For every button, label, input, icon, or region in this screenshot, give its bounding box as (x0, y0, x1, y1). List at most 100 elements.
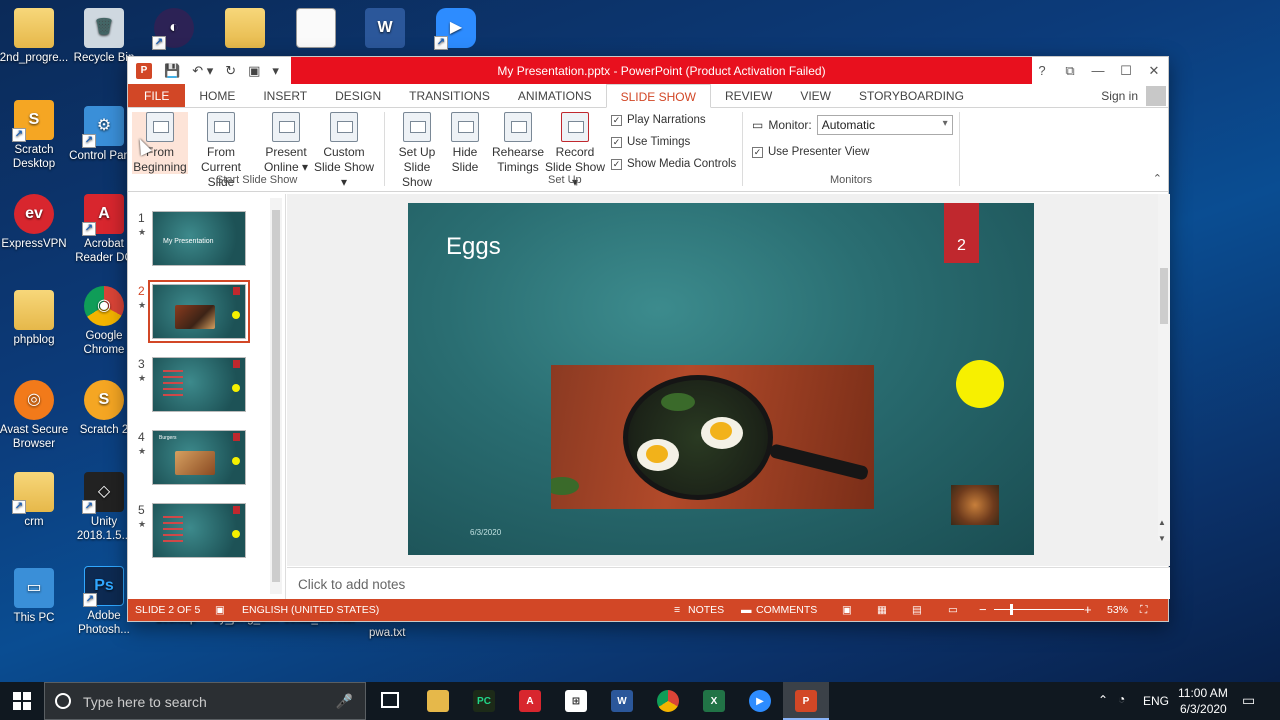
tab-view[interactable]: VIEW (786, 84, 845, 107)
close-button[interactable]: ✕ (1140, 57, 1168, 84)
slide-sorter-icon[interactable]: ▦ (877, 604, 887, 616)
minimize-button[interactable]: — (1084, 57, 1112, 84)
use-presenter-view-checkbox[interactable]: ✓ Use Presenter View (752, 146, 869, 158)
fit-to-window-icon[interactable]: ⛶ (1140, 604, 1147, 617)
desktop-icon-crm[interactable]: crm (0, 472, 70, 529)
avast-icon: ◎ (14, 380, 54, 420)
clock-time[interactable]: 11:00 AM (1178, 686, 1228, 700)
desktop-icon-word-doc[interactable]: W (349, 8, 421, 51)
thumbnails-scrollbar[interactable] (270, 198, 282, 594)
zoom-in-button[interactable]: + (1084, 602, 1092, 617)
button-label: Custom Slide Show (313, 145, 375, 174)
slide-show-view-icon[interactable]: ▭ (948, 604, 958, 616)
button-label: Present Online (263, 145, 307, 174)
desktop-icon-2nd-progress[interactable]: 2nd_progre... (0, 8, 70, 65)
monitor-dropdown[interactable]: Automatic (816, 115, 953, 135)
tab-file[interactable]: FILE (128, 84, 186, 107)
show-media-controls-checkbox[interactable]: ✓ Show Media Controls (611, 158, 736, 170)
language-status[interactable]: ENGLISH (UNITED STATES) (242, 604, 379, 616)
yellow-circle-shape[interactable] (956, 360, 1004, 408)
custom-slide-show-button[interactable]: Custom Slide Show ▾ (310, 112, 378, 190)
zoom-slider[interactable] (994, 609, 1084, 610)
desktop-icon-zoom[interactable]: ▶ (420, 8, 492, 51)
taskbar-powerpoint-icon[interactable]: P (795, 690, 817, 712)
maximize-button[interactable]: ☐ (1112, 57, 1140, 84)
set-up-slide-show-button[interactable]: Set Up Slide Show (388, 112, 446, 190)
current-slide[interactable]: Eggs 2 6/3/2020 (408, 203, 1034, 555)
small-food-image[interactable] (951, 485, 999, 525)
reading-view-icon[interactable]: ▤ (912, 604, 922, 616)
desktop-icon-scratch-desktop[interactable]: S Scratch Desktop (0, 100, 70, 171)
desktop-icon-avast[interactable]: ◎ Avast Secure Browser (0, 380, 70, 451)
text-lines (163, 370, 183, 400)
desktop-icon-this-pc[interactable]: ▭ This PC (0, 568, 70, 625)
taskbar-store-icon[interactable]: ⊞ (565, 690, 587, 712)
previous-slide-icon[interactable]: ▲ (1158, 518, 1166, 527)
desktop-icon-label: Acrobat Reader DC (75, 238, 133, 264)
desktop-icon-eclipse[interactable]: ◐ (138, 8, 210, 51)
ribbon-display-options-button[interactable]: ⧉ (1056, 57, 1084, 84)
present-online-button[interactable]: Present Online ▾ (262, 112, 310, 175)
desktop-icon-text-file[interactable] (280, 8, 352, 51)
desktop-icon-folder[interactable] (209, 8, 281, 51)
start-from-beginning-icon[interactable]: ▣ (248, 63, 260, 79)
clock-date[interactable]: 6/3/2020 (1180, 702, 1227, 716)
rehearse-timings-button[interactable]: Rehearse Timings (492, 112, 544, 175)
collapse-ribbon-icon[interactable]: ⌃ (1153, 172, 1162, 185)
next-slide-icon[interactable]: ▼ (1158, 534, 1166, 543)
avatar[interactable] (1146, 86, 1166, 106)
network-icon[interactable]: ◔ (1118, 692, 1125, 706)
customize-qat-icon[interactable]: ▾ (272, 63, 279, 79)
taskbar-chrome-icon[interactable] (657, 690, 679, 712)
redo-icon[interactable]: ↻ (225, 63, 236, 79)
taskbar-zoom-icon[interactable]: ▶ (749, 690, 771, 712)
undo-icon[interactable]: ↶ ▾ (192, 63, 213, 79)
zoom-slider-knob[interactable] (1010, 604, 1013, 615)
tab-design[interactable]: DESIGN (321, 84, 395, 107)
zoom-level[interactable]: 53% (1107, 604, 1128, 616)
powerpoint-logo-icon[interactable]: P (136, 62, 152, 79)
ribbon: From Beginning From Current Slide Presen… (128, 108, 1168, 192)
taskbar-acrobat-icon[interactable]: A (519, 690, 541, 712)
desktop-icon-label: phpblog (13, 334, 55, 346)
help-button[interactable]: ? (1028, 57, 1056, 84)
task-view-icon[interactable] (381, 692, 399, 708)
tab-home[interactable]: HOME (185, 84, 249, 107)
zoom-out-button[interactable]: − (979, 602, 987, 617)
tab-insert[interactable]: INSERT (249, 84, 321, 107)
language-indicator[interactable]: ENG (1143, 694, 1169, 708)
tab-review[interactable]: REVIEW (711, 84, 786, 107)
control-panel-icon: ⚙ (82, 106, 124, 148)
tray-overflow-icon[interactable]: ⌃ (1098, 693, 1108, 707)
taskbar-file-explorer-icon[interactable] (427, 690, 449, 712)
normal-view-icon[interactable]: ▣ (842, 604, 852, 616)
quick-access-toolbar: P 💾 ↶ ▾ ↻ ▣ ▾ (128, 62, 291, 79)
start-button[interactable] (13, 692, 31, 710)
desktop-icon-expressvpn[interactable]: ev ExpressVPN (0, 194, 70, 251)
taskbar-word-icon[interactable]: W (611, 690, 633, 712)
notifications-icon[interactable]: ▭ (1242, 692, 1255, 709)
fried-eggs-image[interactable] (551, 365, 874, 509)
tab-animations[interactable]: ANIMATIONS (504, 84, 606, 107)
desktop-icon-phpblog[interactable]: phpblog (0, 290, 70, 347)
save-icon[interactable]: 💾 (164, 63, 180, 79)
search-box[interactable]: Type here to search 🎤 (44, 682, 366, 720)
scrollbar-thumb[interactable] (272, 210, 280, 582)
taskbar-pycharm-icon[interactable]: PC (473, 690, 495, 712)
taskbar-excel-icon[interactable]: X (703, 690, 725, 712)
sign-in-link[interactable]: Sign in (1101, 84, 1138, 108)
comments-button[interactable]: COMMENTS (756, 604, 817, 616)
scrollbar-thumb[interactable] (1160, 268, 1168, 324)
play-narrations-checkbox[interactable]: ✓ Play Narrations (611, 114, 706, 126)
slide-scrollbar[interactable] (1158, 194, 1170, 541)
use-timings-checkbox[interactable]: ✓ Use Timings (611, 136, 690, 148)
tab-storyboarding[interactable]: STORYBOARDING (845, 84, 978, 107)
tab-slide-show[interactable]: SLIDE SHOW (605, 84, 711, 108)
slide-title[interactable]: Eggs (446, 233, 501, 261)
spelling-icon[interactable]: ▣ (215, 604, 225, 616)
notes-button[interactable]: NOTES (688, 604, 724, 616)
notes-pane[interactable]: Click to add notes (287, 567, 1170, 599)
microphone-icon[interactable]: 🎤 (336, 693, 353, 710)
hide-slide-button[interactable]: Hide Slide (448, 112, 482, 175)
tab-transitions[interactable]: TRANSITIONS (395, 84, 504, 107)
